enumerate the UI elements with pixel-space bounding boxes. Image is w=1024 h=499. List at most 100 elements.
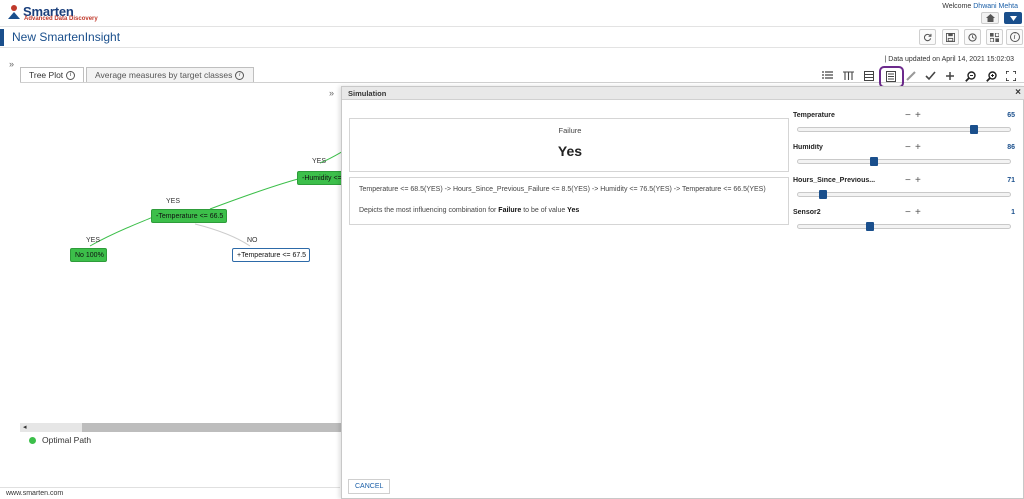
prediction-result: Failure Yes <box>349 118 789 172</box>
cancel-button[interactable]: CANCEL <box>348 479 391 494</box>
close-icon[interactable]: × <box>1015 87 1021 98</box>
slider-value: 65 <box>1007 112 1015 119</box>
slider-thumb[interactable] <box>866 222 875 231</box>
welcome-prefix: Welcome <box>942 3 974 10</box>
tree-node-label: +Temperature <= 67.5 <box>237 251 307 259</box>
slider-value: 1 <box>1011 209 1015 216</box>
user-menu-button[interactable] <box>1004 12 1022 24</box>
save-button[interactable] <box>942 29 959 45</box>
path-text: Temperature <= 68.5(YES) -> Hours_Since_… <box>359 186 766 193</box>
horizontal-scrollbar[interactable]: ◂ <box>20 423 342 432</box>
info-icon[interactable]: i <box>66 70 75 80</box>
slider-track[interactable] <box>797 125 1011 134</box>
zoom-out-icon <box>964 70 976 82</box>
logo-tagline: Advanced Data Discovery <box>24 16 98 22</box>
slider-humidity: Humidity − + 86 <box>793 142 1018 174</box>
fullscreen-button[interactable] <box>1003 69 1019 83</box>
simulation-panel: Simulation × Failure Yes Temperature <= … <box>341 86 1024 499</box>
home-button[interactable] <box>981 12 999 24</box>
expand-panel-icon[interactable]: » <box>9 59 14 69</box>
tree-node-temperature[interactable]: -Temperature <= 66.5 <box>151 209 227 223</box>
page-title: New SmartenInsight <box>12 30 121 44</box>
decrement-button[interactable]: − <box>905 207 911 218</box>
summary-target: Failure <box>498 207 522 214</box>
refresh-icon <box>923 33 932 41</box>
plus-icon <box>946 72 954 80</box>
increment-button[interactable]: + <box>915 142 921 153</box>
slider-track[interactable] <box>797 190 1011 199</box>
summary-value: Yes <box>567 207 580 214</box>
slider-value: 71 <box>1007 177 1015 184</box>
increment-button[interactable]: + <box>915 207 921 218</box>
increment-button[interactable]: + <box>915 110 921 121</box>
decrement-button[interactable]: − <box>905 110 911 121</box>
simulation-header: Simulation × <box>342 87 1024 100</box>
zoom-in-button[interactable] <box>983 69 999 83</box>
user-name[interactable]: Dhwani Mehta <box>973 3 1018 10</box>
tree-node-label: -Humidity <= <box>302 174 342 182</box>
footer: www.smarten.com <box>0 487 340 499</box>
data-updated-text: | Data updated on April 14, 2021 15:02:0… <box>884 56 1014 63</box>
slider-track[interactable] <box>797 222 1011 231</box>
collapse-panel-icon[interactable]: » <box>329 88 334 98</box>
smarten-logo[interactable]: Smarten Advanced Data Discovery <box>6 3 126 23</box>
caret-down-icon <box>1009 15 1017 21</box>
edge-label-yes: YES <box>86 237 101 244</box>
slider-label: Hours_Since_Previous... <box>793 177 876 184</box>
edge-label-yes: YES <box>312 158 327 165</box>
apply-button[interactable] <box>922 69 938 83</box>
tab-label: Average measures by target classes <box>95 70 233 80</box>
tab-tree-plot[interactable]: Tree Plot i <box>20 67 84 82</box>
refresh-button[interactable] <box>919 29 936 45</box>
pen-button[interactable] <box>903 69 919 83</box>
footer-link[interactable]: www.smarten.com <box>6 490 63 497</box>
increment-button[interactable]: + <box>915 175 921 186</box>
tab-average-measures[interactable]: Average measures by target classes i <box>86 67 254 82</box>
tree-node-label: -Temperature <= 66.5 <box>156 212 224 220</box>
list-view-button[interactable] <box>819 69 835 83</box>
table-icon <box>864 71 874 81</box>
tree-node-temperature-collapsed[interactable]: +Temperature <= 67.5 <box>232 248 310 262</box>
hierarchy-icon <box>842 71 854 80</box>
share-button[interactable] <box>986 29 1003 45</box>
zoom-in-icon <box>985 70 997 82</box>
fullscreen-icon <box>1006 71 1016 81</box>
slider-thumb[interactable] <box>870 157 879 166</box>
slider-value: 86 <box>1007 144 1015 151</box>
decrement-button[interactable]: − <box>905 175 911 186</box>
target-name: Failure <box>558 126 582 135</box>
path-description: Temperature <= 68.5(YES) -> Hours_Since_… <box>349 177 789 225</box>
title-bar: New SmartenInsight i <box>0 26 1024 48</box>
zoom-out-button[interactable] <box>962 69 978 83</box>
history-button[interactable] <box>964 29 981 45</box>
decrement-button[interactable]: − <box>905 142 911 153</box>
list-icon <box>821 71 833 79</box>
simulation-title: Simulation <box>348 89 387 98</box>
info-button[interactable]: i <box>1006 29 1023 45</box>
slider-thumb[interactable] <box>969 125 978 134</box>
tree-layout-button[interactable] <box>840 69 856 83</box>
tab-label: Tree Plot <box>29 70 64 80</box>
summary-middle: to be of value <box>521 207 568 214</box>
legend-label: Optimal Path <box>42 435 92 445</box>
slider-track[interactable] <box>797 157 1011 166</box>
edge-label-no: NO <box>247 237 258 244</box>
add-button[interactable] <box>942 69 958 83</box>
tree-node-humidity[interactable]: -Humidity <= <box>297 171 343 185</box>
predicted-value: Yes <box>557 143 583 159</box>
title-accent <box>0 29 4 46</box>
optimal-path-dot-icon <box>29 437 36 444</box>
check-icon <box>924 71 936 81</box>
scroll-left-icon[interactable]: ◂ <box>23 423 27 432</box>
slider-thumb[interactable] <box>819 190 828 199</box>
save-icon <box>946 32 955 42</box>
scrollbar-thumb[interactable] <box>82 423 342 432</box>
active-tool-highlight <box>879 66 904 88</box>
info-icon[interactable]: i <box>235 70 245 80</box>
slider-hours-since-previous-failure: Hours_Since_Previous... − + 71 <box>793 175 1018 207</box>
table-view-button[interactable] <box>861 69 877 83</box>
tree-node-leaf-no[interactable]: No 100% <box>70 248 107 262</box>
share-icon <box>990 32 999 42</box>
info-icon: i <box>1009 32 1020 42</box>
slider-sensor2: Sensor2 − + 1 <box>793 207 1018 239</box>
